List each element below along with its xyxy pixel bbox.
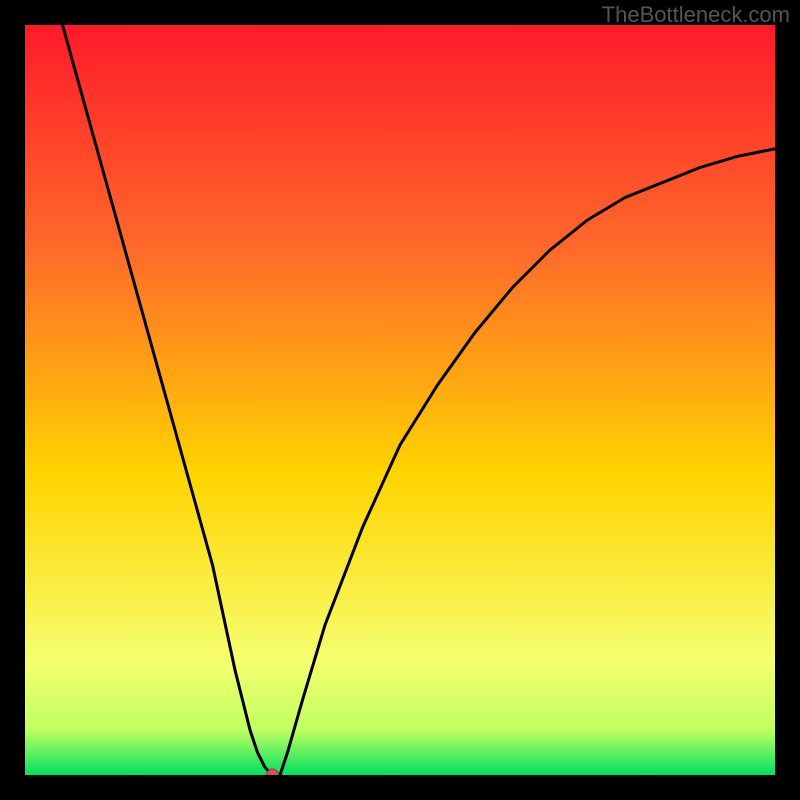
chart-frame <box>25 25 775 775</box>
gradient-bg <box>25 25 775 775</box>
watermark-text: TheBottleneck.com <box>602 2 790 28</box>
chart-plot <box>25 25 775 775</box>
